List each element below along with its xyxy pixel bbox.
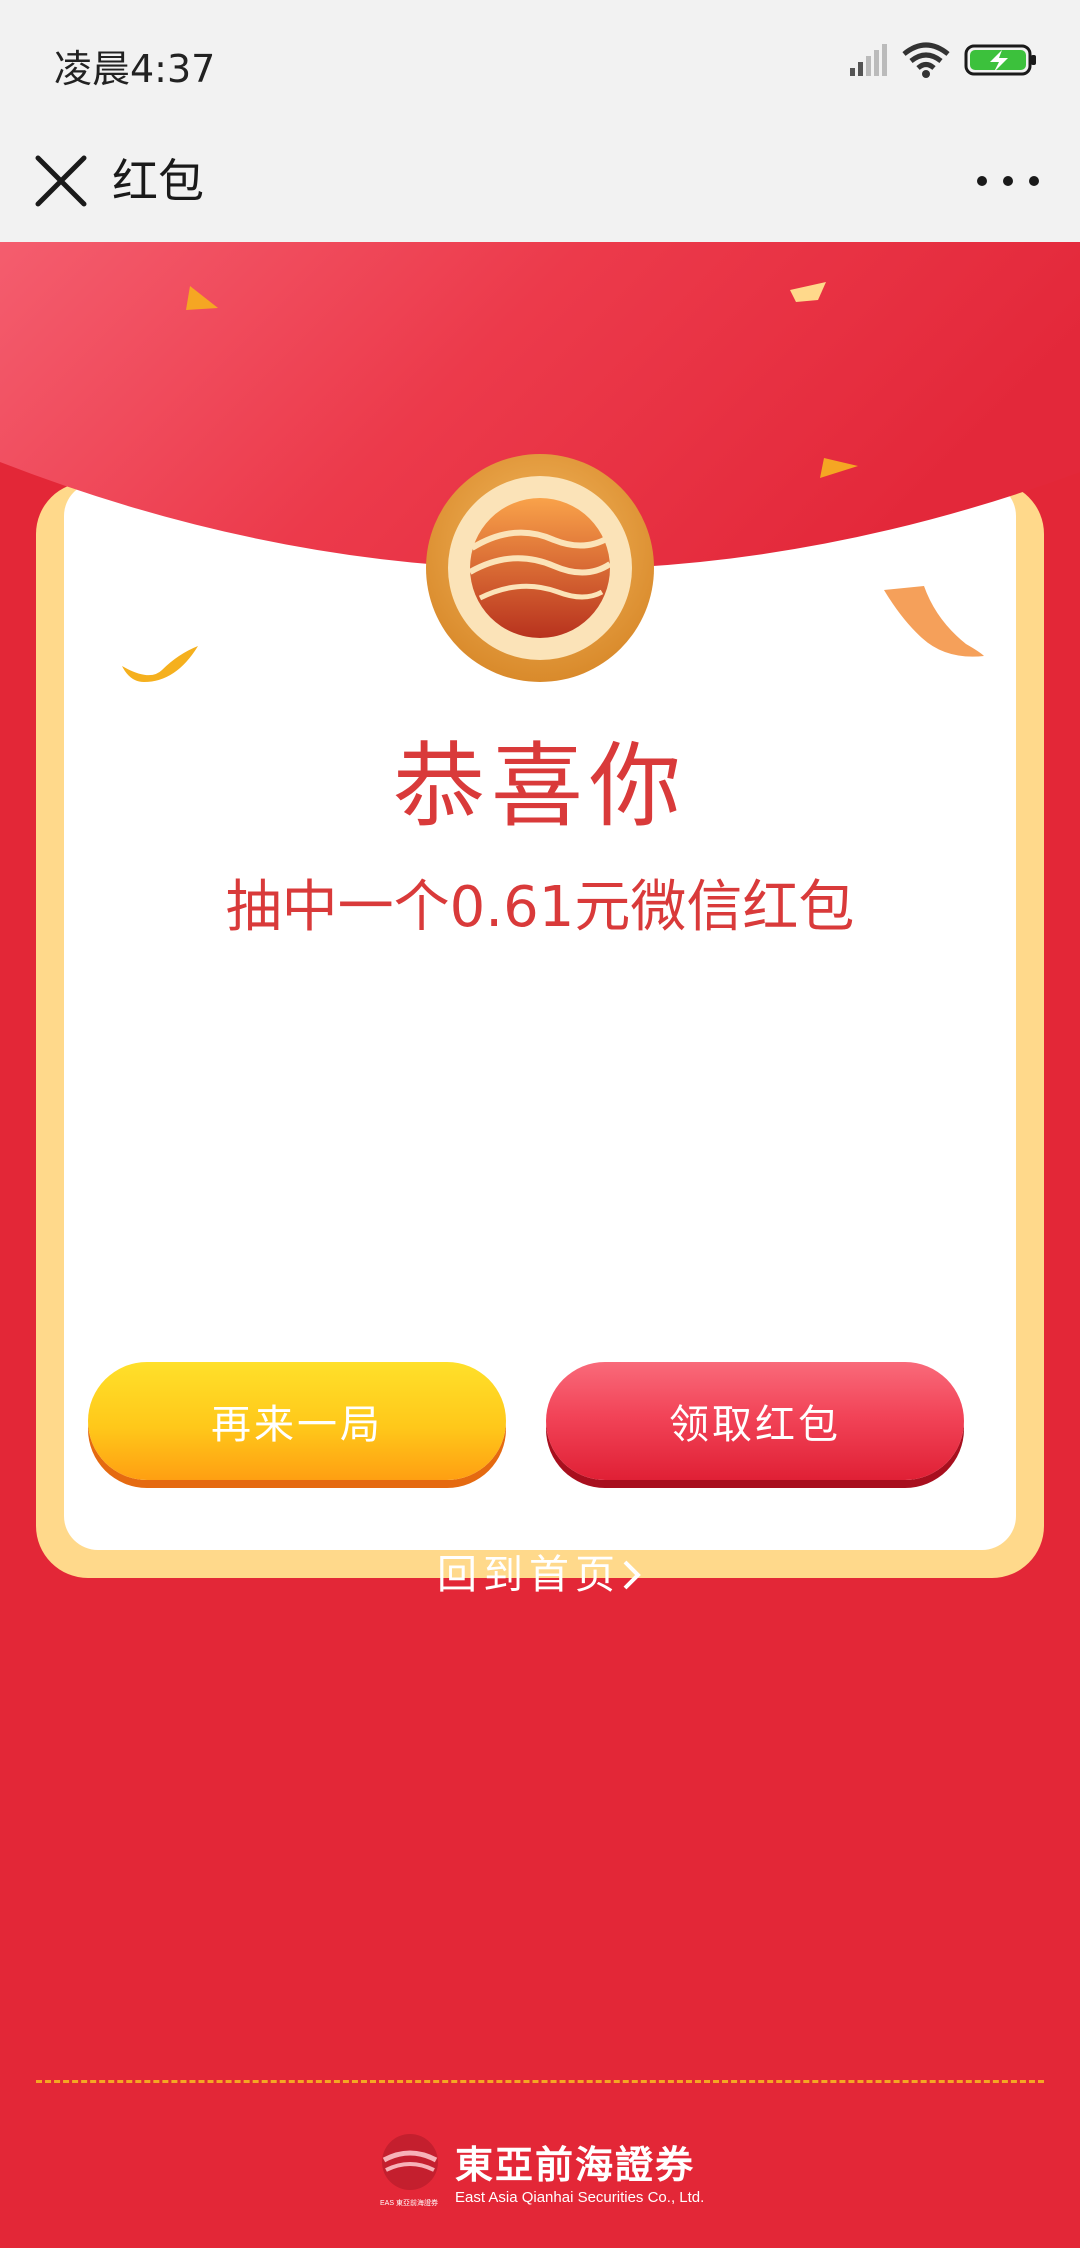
chevron-right-icon bbox=[623, 1560, 641, 1590]
brand-name-cn: 東亞前海證券 bbox=[455, 2143, 696, 2187]
back-home-label: 回到首页 bbox=[437, 1552, 621, 1598]
brand-small-label: EAS 東亞前海證券 bbox=[380, 2200, 438, 2207]
signal-icon bbox=[850, 44, 887, 76]
status-time: 凌晨4:37 bbox=[54, 47, 216, 91]
ribbon-icon bbox=[884, 586, 984, 657]
play-again-button[interactable]: 再来一局 bbox=[88, 1362, 506, 1480]
congrats-heading: 恭喜你 bbox=[392, 733, 687, 840]
page-title: 红包 bbox=[112, 154, 204, 208]
wifi-icon bbox=[902, 42, 950, 78]
coin-icon bbox=[426, 454, 654, 682]
prize-text: 抽中一个0.61元微信红包 bbox=[225, 875, 855, 940]
more-icon[interactable] bbox=[968, 150, 1048, 212]
close-icon[interactable] bbox=[30, 150, 92, 212]
ribbon-icon bbox=[122, 646, 198, 682]
red-envelope: 恭喜你 抽中一个0.61元微信红包 再来一局 领取红包 回到首页 東亞前海證券 … bbox=[0, 242, 1080, 2248]
brand-name-en: East Asia Qianhai Securities Co., Ltd. bbox=[455, 2189, 705, 2206]
status-icons bbox=[850, 42, 1036, 78]
status-bar: 凌晨4:37 bbox=[0, 0, 1080, 120]
nav-bar: 红包 bbox=[0, 120, 1080, 243]
footer-divider bbox=[36, 2080, 1044, 2083]
back-home-link[interactable]: 回到首页 bbox=[0, 1542, 1080, 1600]
claim-envelope-button[interactable]: 领取红包 bbox=[546, 1362, 964, 1480]
battery-charging-icon bbox=[964, 44, 1036, 76]
